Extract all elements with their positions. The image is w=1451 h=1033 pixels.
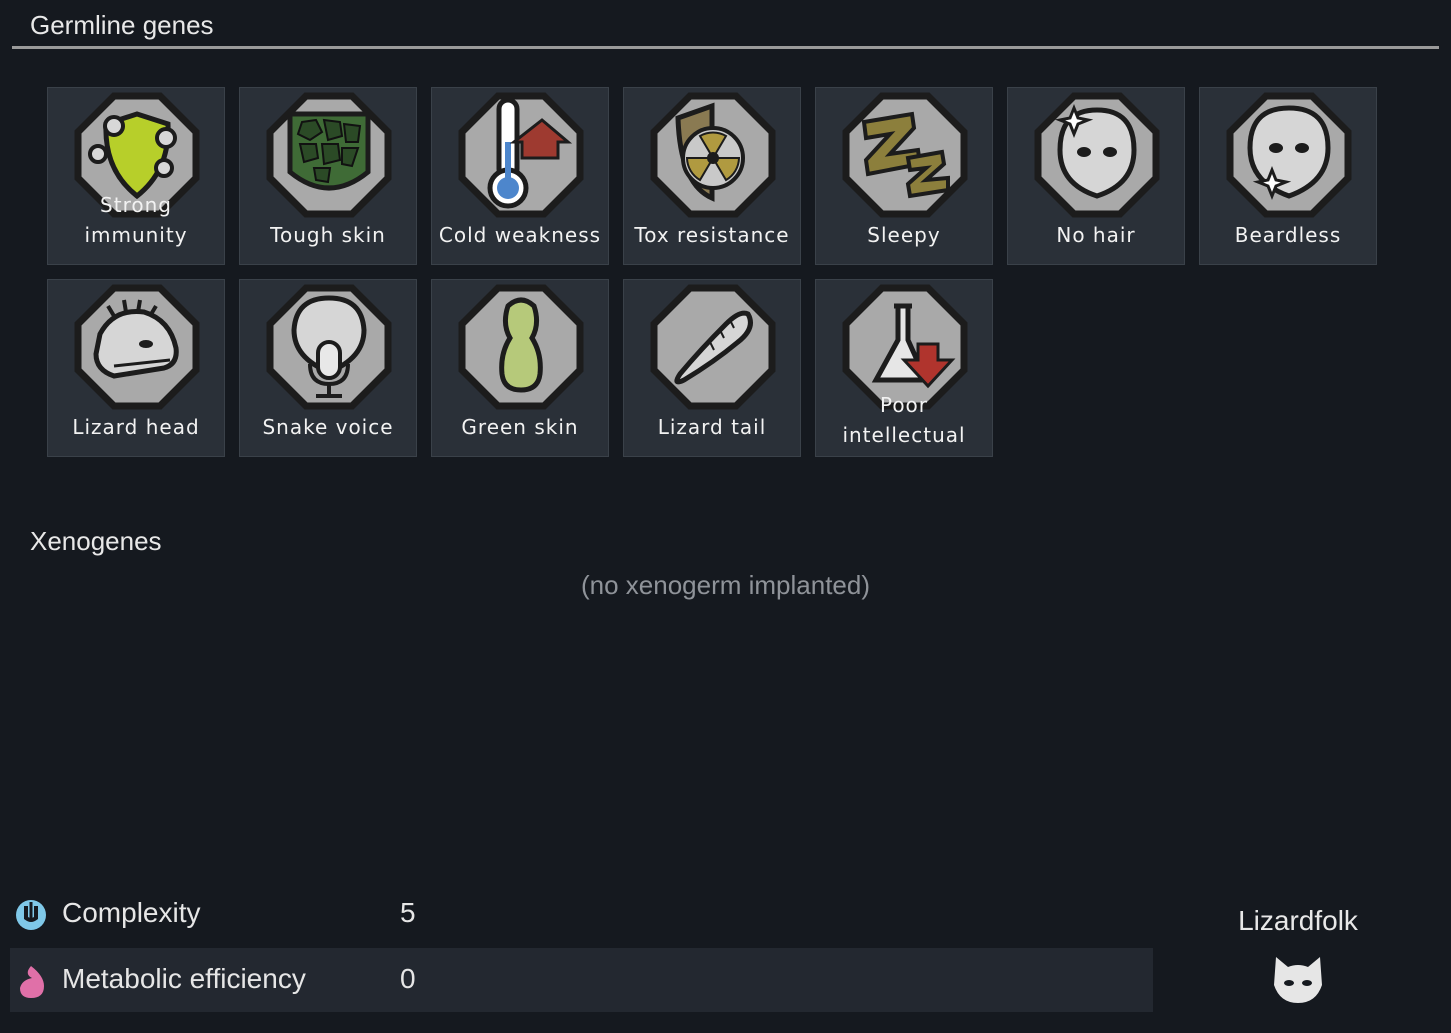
gene-label: No hair xyxy=(1056,223,1136,247)
metabolic-efficiency-label: Metabolic efficiency xyxy=(62,963,306,994)
complexity-value: 5 xyxy=(400,897,416,928)
gene-poor-intellectual[interactable]: Poor intellectual xyxy=(815,279,993,457)
complexity-row[interactable]: Complexity 5 xyxy=(10,882,1153,946)
xenogenes-empty-message: (no xenogerm implanted) xyxy=(580,570,871,600)
gene-green-skin[interactable]: Green skin xyxy=(431,279,609,457)
germline-genes-title: Germline genes xyxy=(30,10,214,40)
lizardfolk-xenotype-icon[interactable] xyxy=(1270,951,1326,1007)
section-divider xyxy=(12,46,1439,49)
gene-snake-voice[interactable]: Snake voice xyxy=(239,279,417,457)
gene-cold-weakness[interactable]: Cold weakness xyxy=(431,87,609,265)
gene-label-line1: Poor xyxy=(879,393,929,417)
complexity-icon xyxy=(16,900,46,930)
gene-no-hair[interactable]: No hair xyxy=(1007,87,1185,265)
xenotype-name: Lizardfolk xyxy=(1238,905,1358,936)
lizard-head-icon xyxy=(74,284,200,410)
gene-tox-resistance[interactable]: Tox resistance xyxy=(623,87,801,265)
cold-weakness-icon xyxy=(458,92,584,218)
beardless-icon xyxy=(1226,92,1352,218)
gene-label: Sleepy xyxy=(867,223,941,247)
gene-label: Tough skin xyxy=(270,223,386,247)
gene-label: Snake voice xyxy=(262,415,394,439)
metabolic-efficiency-row[interactable]: Metabolic efficiency 0 xyxy=(10,948,1153,1012)
tough-skin-icon xyxy=(266,92,392,218)
gene-tough-skin[interactable]: Tough skin xyxy=(239,87,417,265)
snake-voice-icon xyxy=(266,284,392,410)
no-hair-icon xyxy=(1034,92,1160,218)
lizard-tail-icon xyxy=(650,284,776,410)
gene-label: Cold weakness xyxy=(438,223,602,247)
green-skin-icon xyxy=(458,284,584,410)
gene-label: Strong immunity xyxy=(84,193,188,247)
gene-label: Green skin xyxy=(461,415,579,439)
gene-label-line2: intellectual xyxy=(842,423,966,447)
tox-resistance-icon xyxy=(650,92,776,218)
gene-lizard-tail[interactable]: Lizard tail xyxy=(623,279,801,457)
gene-sleepy[interactable]: Sleepy xyxy=(815,87,993,265)
gene-label: Tox resistance xyxy=(634,223,790,247)
gene-lizard-head[interactable]: Lizard head xyxy=(47,279,225,457)
metabolism-icon xyxy=(20,966,44,998)
gene-label: Lizard tail xyxy=(657,415,767,439)
gene-label: Poor intellectual xyxy=(816,390,992,450)
gene-beardless[interactable]: Beardless xyxy=(1199,87,1377,265)
sleepy-icon xyxy=(842,92,968,218)
complexity-label: Complexity xyxy=(62,897,201,928)
xenotype-panel[interactable]: Lizardfolk xyxy=(1200,905,1396,1007)
gene-label: Beardless xyxy=(1234,223,1342,247)
metabolic-efficiency-value: 0 xyxy=(400,963,416,994)
xenogenes-title: Xenogenes xyxy=(30,526,162,556)
gene-label: Lizard head xyxy=(72,415,200,439)
gene-strong-immunity[interactable]: Strong immunity xyxy=(47,87,225,265)
